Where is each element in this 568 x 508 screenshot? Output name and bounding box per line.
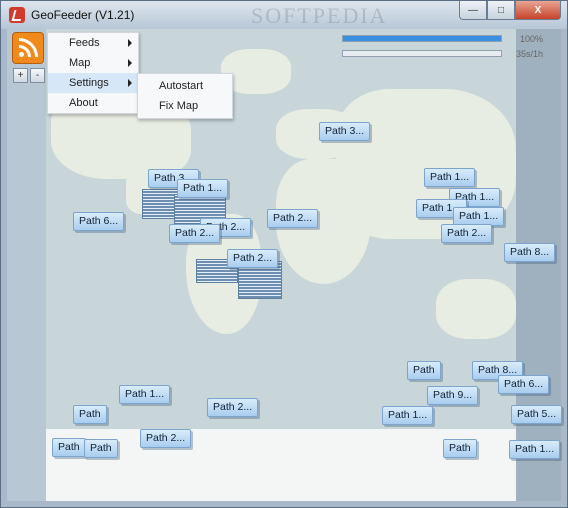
path-marker[interactable]: Path 2... [227, 249, 279, 268]
path-marker[interactable]: Path [443, 439, 477, 458]
australia-land [436, 279, 516, 339]
chevron-right-icon [128, 79, 132, 87]
path-marker[interactable]: Path 1... [424, 168, 476, 187]
rss-feed-icon[interactable] [12, 32, 44, 64]
progress-bar-primary [342, 35, 502, 42]
path-marker[interactable]: Path 2... [169, 224, 221, 243]
path-marker[interactable]: Path [407, 361, 441, 380]
menu-item-about[interactable]: About [48, 93, 138, 113]
close-button[interactable]: X [515, 1, 561, 20]
path-marker[interactable]: Path 9... [427, 386, 479, 405]
menu-item-label: Feeds [69, 37, 100, 49]
path-marker[interactable]: Path [73, 405, 107, 424]
menu-item-map[interactable]: Map [48, 53, 138, 73]
path-marker[interactable]: Path 1... [509, 440, 561, 459]
path-marker[interactable]: Path 2... [140, 429, 192, 448]
path-marker[interactable]: Path [84, 439, 118, 458]
path-marker[interactable]: Path 1... [177, 179, 229, 198]
menu-item-feeds[interactable]: Feeds [48, 33, 138, 53]
path-marker[interactable]: Path 8... [504, 243, 556, 262]
settings-submenu: Autostart Fix Map [137, 73, 233, 119]
path-marker[interactable]: Path 1... [382, 406, 434, 425]
progress-label-secondary: 35s/1h [515, 49, 543, 59]
chevron-right-icon [128, 59, 132, 67]
title-bar[interactable]: GeoFeeder (V1.21) SOFTPEDIA — □ X [1, 1, 567, 29]
zoom-in-button[interactable]: + [13, 68, 28, 83]
progress-bar-secondary [342, 50, 502, 57]
menu-item-label: Map [69, 57, 91, 69]
app-logo-icon [9, 7, 25, 23]
menu-item-settings[interactable]: Settings [48, 73, 138, 93]
path-marker[interactable]: Path 6... [73, 212, 125, 231]
path-marker[interactable]: Path 2... [207, 398, 259, 417]
submenu-item-fix-map[interactable]: Fix Map [138, 96, 232, 116]
path-marker[interactable]: Path 3... [319, 122, 371, 141]
client-area: + - 100% 35s/1h Path 3... Path 3... Path… [7, 29, 563, 501]
right-panel [516, 29, 561, 501]
path-marker[interactable]: Path 2... [267, 209, 319, 228]
path-marker[interactable]: Path 2... [441, 224, 493, 243]
window-title: GeoFeeder (V1.21) [31, 8, 135, 22]
path-marker[interactable]: Path 6... [498, 375, 550, 394]
zoom-out-button[interactable]: - [30, 68, 45, 83]
path-marker[interactable]: Path [52, 438, 86, 457]
menu-item-label: About [69, 97, 98, 109]
path-marker[interactable]: Path 1... [119, 385, 171, 404]
app-window: GeoFeeder (V1.21) SOFTPEDIA — □ X + - 10… [0, 0, 568, 508]
left-panel [7, 29, 46, 501]
path-marker[interactable]: Path 5... [511, 405, 563, 424]
menu-item-label: Settings [69, 77, 109, 89]
maximize-button[interactable]: □ [487, 1, 515, 20]
main-menu: Feeds Map Settings About [47, 32, 139, 114]
chevron-right-icon [128, 39, 132, 47]
progress-label-primary: 100% [519, 34, 543, 44]
minimize-button[interactable]: — [459, 1, 487, 20]
submenu-item-autostart[interactable]: Autostart [138, 76, 232, 96]
watermark: SOFTPEDIA [251, 3, 388, 28]
